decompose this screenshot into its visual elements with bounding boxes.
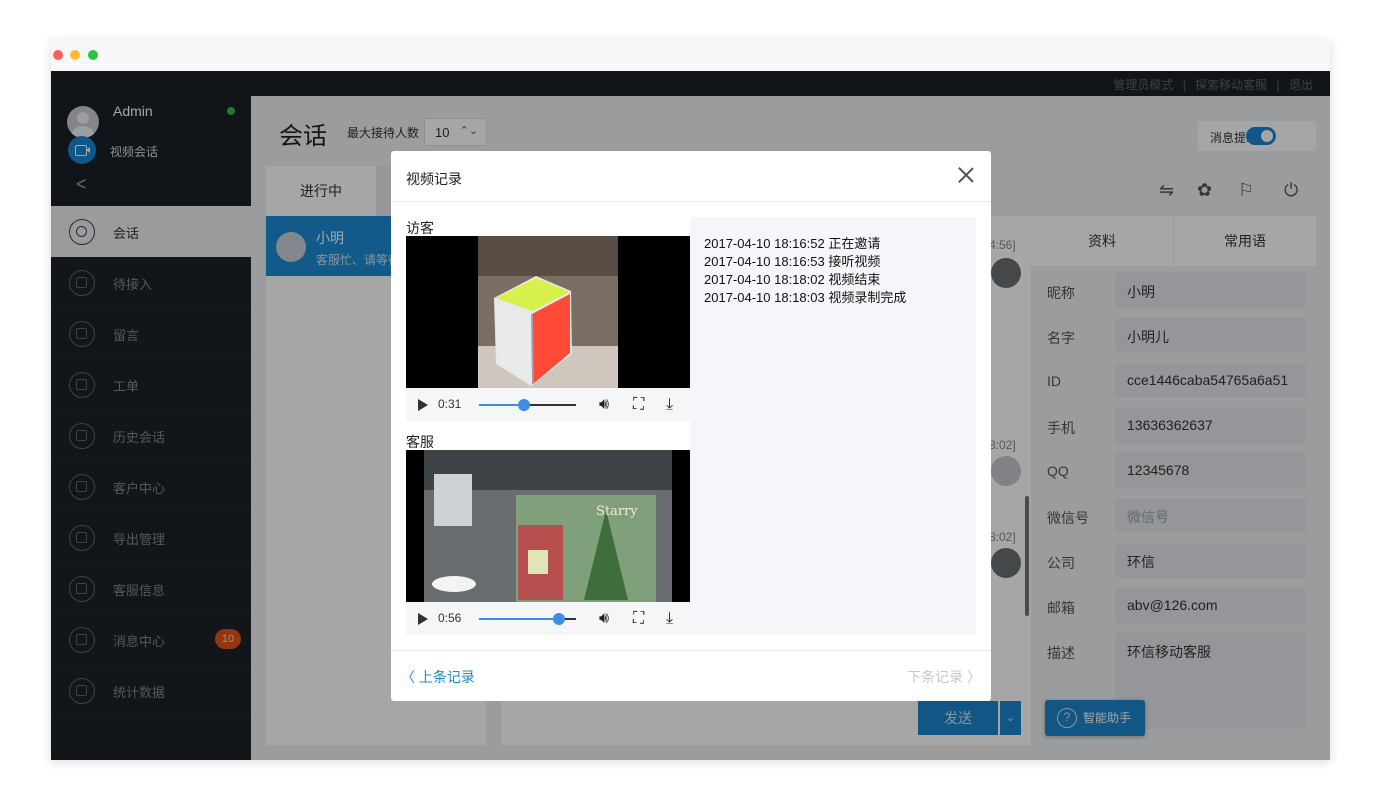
video-log-panel: 2017-04-10 18:16:52 正在邀请 2017-04-10 18:1…	[690, 217, 976, 634]
progress-fill	[479, 618, 559, 620]
log-line: 2017-04-10 18:16:53 接听视频	[704, 254, 881, 269]
video-time: 0:56	[438, 611, 462, 625]
download-icon[interactable]: ⤓	[666, 610, 673, 628]
video-time: 0:31	[438, 397, 462, 411]
agent-video-frame: Starry	[424, 450, 672, 602]
next-record-label: 下条记录	[907, 669, 964, 685]
dialog-title: 视频记录	[406, 171, 462, 187]
log-line: 2017-04-10 18:18:02 视频结束	[704, 272, 881, 287]
agent-video-player[interactable]: Starry 0:56 🔊︎ ⛶ ⤓	[406, 450, 690, 635]
close-icon[interactable]	[956, 165, 976, 185]
previous-record-link[interactable]: 〈 上条记录	[401, 667, 475, 687]
divider	[391, 650, 991, 651]
title-bar	[51, 40, 1330, 71]
divider	[391, 201, 991, 202]
video-progress-slider[interactable]	[479, 613, 576, 625]
download-icon[interactable]: ⤓	[666, 396, 673, 414]
close-window-button[interactable]	[53, 50, 63, 60]
agent-video-label: 客服	[406, 434, 434, 450]
play-icon[interactable]	[418, 613, 428, 625]
progress-fill	[479, 404, 524, 406]
log-line: 2017-04-10 18:16:52 正在邀请	[704, 236, 881, 251]
video-record-dialog: 视频记录 访客 0:31 🔊︎ ⛶ ⤓ 客服 Starry 0:56 🔊︎ ⛶ …	[391, 151, 991, 701]
volume-icon[interactable]: 🔊︎	[599, 396, 609, 414]
agent-video-controls: 0:56 🔊︎ ⛶ ⤓	[406, 602, 690, 635]
fullscreen-icon[interactable]: ⛶	[633, 396, 644, 414]
svg-text:Starry: Starry	[596, 504, 638, 519]
visitor-video-label: 访客	[406, 220, 434, 236]
previous-record-label: 上条记录	[418, 669, 475, 685]
play-icon[interactable]	[418, 399, 428, 411]
maximize-window-button[interactable]	[88, 50, 98, 60]
next-record-link[interactable]: 下条记录 〉	[907, 667, 981, 687]
progress-handle[interactable]	[552, 613, 565, 625]
minimize-window-button[interactable]	[70, 50, 80, 60]
video-progress-slider[interactable]	[479, 399, 576, 411]
visitor-video-controls: 0:31 🔊︎ ⛶ ⤓	[406, 388, 690, 421]
log-line: 2017-04-10 18:18:03 视频录制完成	[704, 290, 907, 305]
volume-icon[interactable]: 🔊︎	[599, 610, 609, 628]
fullscreen-icon[interactable]: ⛶	[633, 610, 644, 628]
app-window: 管理员模式 | 探索移动客服 | 退出 Admin 视频会话 < 会话 待接入 留言…	[51, 40, 1330, 760]
chevron-left-icon: 〈	[401, 669, 419, 685]
progress-handle[interactable]	[517, 399, 530, 411]
chevron-right-icon: 〉	[963, 669, 981, 685]
visitor-video-frame	[478, 236, 618, 388]
visitor-video-player[interactable]: 0:31 🔊︎ ⛶ ⤓	[406, 236, 690, 421]
